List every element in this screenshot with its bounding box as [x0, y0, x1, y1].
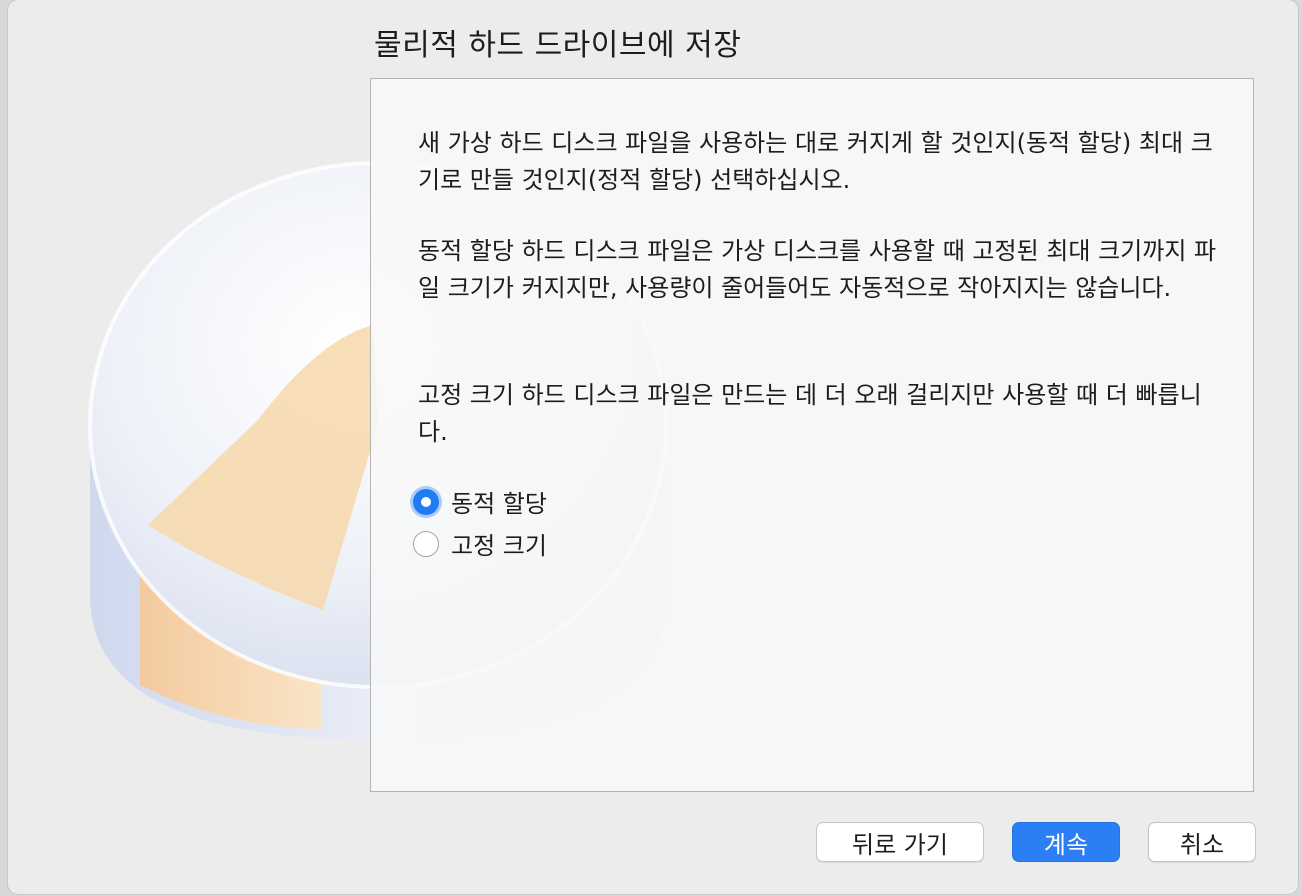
option-dynamic-allocation[interactable]: 동적 할당 — [413, 484, 547, 519]
page-title: 물리적 하드 드라이브에 저장 — [374, 28, 742, 63]
option-label: 동적 할당 — [451, 490, 547, 518]
content-panel: 새 가상 하드 디스크 파일을 사용하는 대로 커지게 할 것인지(동적 할당)… — [370, 78, 1254, 792]
dialog-window: 물리적 하드 드라이브에 저장 새 가상 하드 디스크 파일을 사용하는 대로 … — [8, 0, 1298, 894]
radio-selected-icon[interactable] — [413, 488, 439, 515]
option-label: 고정 크기 — [451, 532, 547, 560]
dynamic-allocation-paragraph: 동적 할당 하드 디스크 파일은 가상 디스크를 사용할 때 고정된 최대 크기… — [418, 237, 1217, 302]
option-fixed-size[interactable]: 고정 크기 — [413, 526, 547, 561]
radio-unselected-icon[interactable] — [413, 530, 439, 557]
cancel-button[interactable]: 취소 — [1148, 822, 1256, 862]
fixed-size-paragraph: 고정 크기 하드 디스크 파일은 만드는 데 더 오래 걸리지만 사용할 때 더… — [418, 381, 1202, 446]
continue-button[interactable]: 계속 — [1012, 822, 1120, 862]
description-paragraph: 새 가상 하드 디스크 파일을 사용하는 대로 커지게 할 것인지(동적 할당)… — [418, 129, 1213, 194]
back-button[interactable]: 뒤로 가기 — [816, 822, 984, 862]
